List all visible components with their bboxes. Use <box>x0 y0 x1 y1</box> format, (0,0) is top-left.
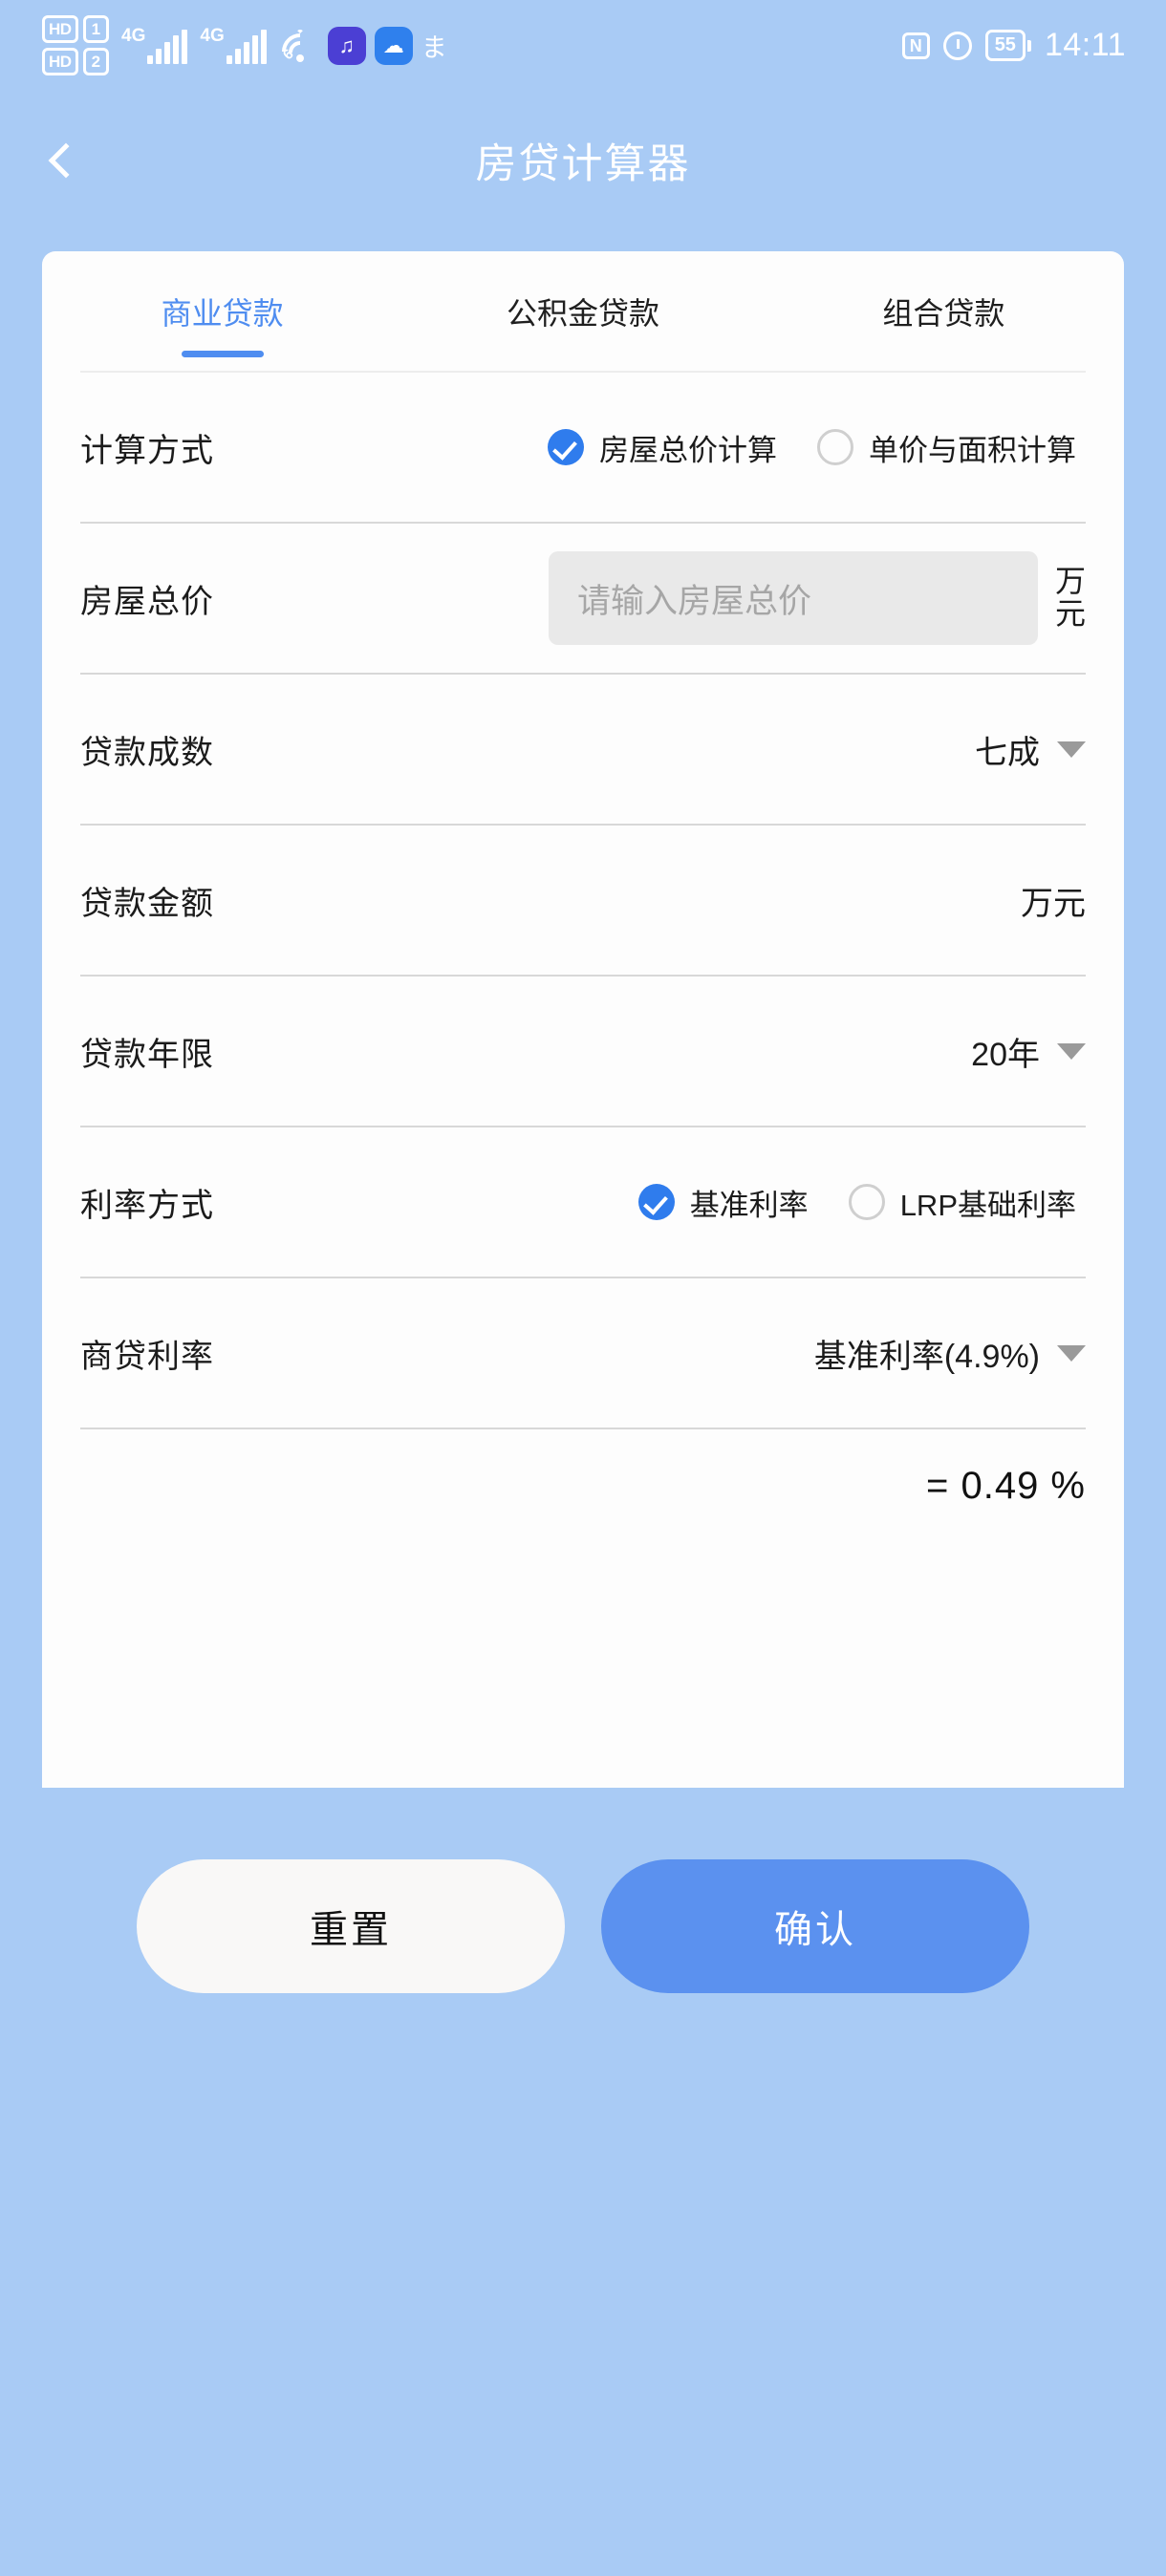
network-type-1-label: 4G <box>121 26 146 46</box>
rate-method-option-lpr-label: LRP基础利率 <box>899 1188 1076 1222</box>
total-price-label: 房屋总价 <box>80 583 214 620</box>
confirm-button[interactable]: 确认 <box>601 1859 1029 1993</box>
row-calc-method: 计算方式 房屋总价计算 单价与面积计算 <box>80 371 1086 522</box>
calc-method-option-total-price[interactable]: 房屋总价计算 <box>548 426 777 469</box>
tab-bar: 商业贷款 公积金贷款 组合贷款 <box>42 251 1124 371</box>
row-commercial-rate[interactable]: 商贷利率 基准利率(4.9%) <box>80 1277 1086 1428</box>
sim2-row: HD 2 <box>42 48 110 75</box>
status-bar-right: N 55 14:11 <box>901 27 1126 64</box>
signal-bars-1-icon <box>147 30 188 64</box>
row-loan-amount: 贷款金额 万元 <box>80 824 1086 975</box>
calc-method-radio-group: 房屋总价计算 单价与面积计算 <box>548 426 1076 469</box>
title-bar: 房贷计算器 <box>0 91 1166 229</box>
radio-checked-icon[interactable] <box>548 429 584 465</box>
battery-level-label: 55 <box>984 30 1026 61</box>
sim1-icon: 1 <box>82 15 110 43</box>
loan-ratio-label: 贷款成数 <box>80 734 214 771</box>
clock-label: 14:11 <box>1044 27 1126 63</box>
radio-unchecked-icon[interactable] <box>848 1184 885 1220</box>
sim1-row: HD 1 <box>42 15 110 43</box>
cloud-app-icon: ☁ <box>374 26 413 65</box>
chevron-left-icon <box>48 142 84 178</box>
network-type-2-label: 4G <box>200 26 225 46</box>
rate-method-option-benchmark-label: 基准利率 <box>689 1188 809 1222</box>
page-title: 房贷计算器 <box>475 140 691 187</box>
total-price-unit-line1: 万 <box>1054 564 1086 599</box>
commercial-rate-select[interactable]: 基准利率(4.9%) <box>814 1330 1086 1377</box>
commercial-rate-value: 基准利率(4.9%) <box>813 1338 1040 1375</box>
signal-group-2: 4G <box>200 26 267 64</box>
input-method-icon: ま <box>421 33 447 62</box>
loan-term-label: 贷款年限 <box>80 1036 214 1073</box>
tab-combination-loan-label: 组合贷款 <box>882 295 1005 331</box>
tab-provident-fund-loan-label: 公积金贷款 <box>506 295 659 331</box>
chevron-down-icon[interactable] <box>1057 741 1086 758</box>
rate-result: = 0.49 % <box>80 1428 1086 1542</box>
hd2-icon: HD <box>42 48 78 75</box>
music-app-icon: ♫ <box>327 26 366 65</box>
rate-method-label: 利率方式 <box>80 1187 214 1224</box>
commercial-rate-label: 商贷利率 <box>80 1338 214 1375</box>
row-loan-term[interactable]: 贷款年限 20年 <box>80 975 1086 1126</box>
calc-method-option-total-price-label: 房屋总价计算 <box>599 433 777 467</box>
battery-cap <box>1026 39 1031 52</box>
tab-combination-loan[interactable]: 组合贷款 <box>764 251 1124 371</box>
total-price-input-wrap: 请输入房屋总价 万 元 <box>548 551 1086 645</box>
loan-amount-unit: 万元 <box>1021 885 1086 922</box>
tab-provident-fund-loan[interactable]: 公积金贷款 <box>402 251 763 371</box>
wifi-icon: 6 <box>273 25 326 77</box>
footer-actions: 重置 确认 <box>0 1788 1166 1993</box>
total-price-unit-line2: 元 <box>1054 596 1086 631</box>
calc-method-option-unit-area[interactable]: 单价与面积计算 <box>817 426 1076 469</box>
signal-group-1: 4G <box>121 26 188 64</box>
rate-method-option-benchmark[interactable]: 基准利率 <box>637 1181 809 1224</box>
chevron-down-icon[interactable] <box>1057 1042 1086 1060</box>
hd-icon: HD <box>42 15 78 43</box>
tab-commercial-loan-label: 商业贷款 <box>161 295 284 331</box>
alarm-icon <box>942 31 972 60</box>
calc-method-option-unit-area-label: 单价与面积计算 <box>869 433 1076 467</box>
radio-unchecked-icon[interactable] <box>817 429 853 465</box>
status-bar-left: HD 1 HD 2 4G 4G 6 ♫ ☁ ま <box>42 15 447 77</box>
status-bar: HD 1 HD 2 4G 4G 6 ♫ ☁ ま N 55 14:11 <box>0 0 1166 91</box>
reset-button[interactable]: 重置 <box>137 1859 565 1993</box>
calculator-card: 商业贷款 公积金贷款 组合贷款 计算方式 房屋总价计算 单价与面积计算 房屋总价… <box>42 251 1124 1788</box>
tab-commercial-loan[interactable]: 商业贷款 <box>42 251 402 371</box>
loan-amount-label: 贷款金额 <box>80 885 214 922</box>
sim2-icon: 2 <box>82 48 110 75</box>
loan-term-select[interactable]: 20年 <box>971 1028 1086 1075</box>
loan-ratio-select[interactable]: 七成 <box>975 726 1086 773</box>
row-loan-ratio[interactable]: 贷款成数 七成 <box>80 673 1086 824</box>
form-rows: 计算方式 房屋总价计算 单价与面积计算 房屋总价 请输入房屋总价 万 元 贷款成… <box>42 371 1124 1542</box>
battery-icon: 55 <box>984 30 1031 61</box>
dual-sim-indicator: HD 1 HD 2 <box>42 15 110 75</box>
rate-method-radio-group: 基准利率 LRP基础利率 <box>637 1181 1076 1224</box>
signal-bars-2-icon <box>226 30 267 64</box>
chevron-down-icon[interactable] <box>1057 1344 1086 1362</box>
total-price-input[interactable]: 请输入房屋总价 <box>548 551 1038 645</box>
calc-method-label: 计算方式 <box>80 432 214 469</box>
row-total-price: 房屋总价 请输入房屋总价 万 元 <box>80 522 1086 673</box>
loan-term-value: 20年 <box>971 1036 1040 1073</box>
back-button[interactable] <box>19 118 105 204</box>
rate-method-option-lpr[interactable]: LRP基础利率 <box>848 1181 1076 1224</box>
radio-checked-icon[interactable] <box>637 1184 675 1220</box>
loan-ratio-value: 七成 <box>975 734 1040 771</box>
tab-active-indicator <box>181 351 264 357</box>
row-rate-method: 利率方式 基准利率 LRP基础利率 <box>80 1126 1086 1277</box>
total-price-unit: 万 元 <box>1055 566 1086 630</box>
nfc-icon: N <box>901 32 930 59</box>
loan-amount-value-wrap: 万元 <box>1004 877 1086 924</box>
